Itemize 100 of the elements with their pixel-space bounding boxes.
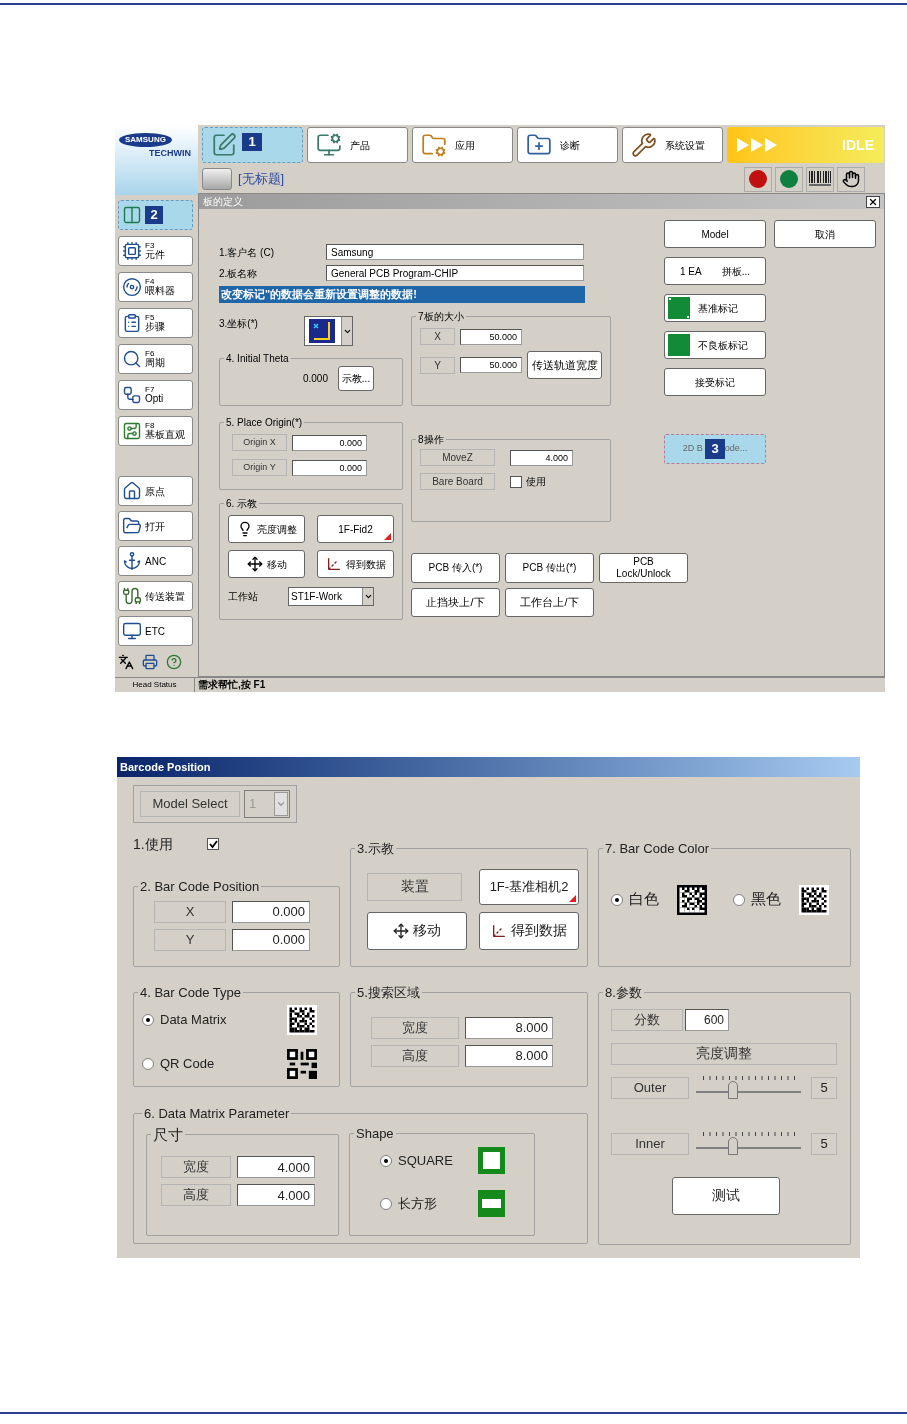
get-data-button[interactable]: 得到数据 xyxy=(479,911,579,950)
panel-button[interactable]: 不良板标记 xyxy=(664,331,766,359)
head-status: Head Status xyxy=(115,678,195,692)
pen-icon xyxy=(211,132,237,158)
help-icon[interactable] xyxy=(166,654,182,670)
sidebar-item[interactable]: F6 周期 xyxy=(118,344,193,374)
conveyor-button[interactable]: PCB 传出(*) xyxy=(505,553,594,583)
sidebar-item[interactable]: F4 喂料器 xyxy=(118,272,193,302)
action-button[interactable]: 移动 xyxy=(228,550,305,578)
slider-track[interactable] xyxy=(696,1130,801,1157)
sidebar-action[interactable]: 原点 xyxy=(118,476,193,506)
hand-icon xyxy=(842,170,860,188)
printer-icon[interactable] xyxy=(142,654,158,670)
camera-button[interactable]: 1F-基准相机2 xyxy=(479,868,579,905)
radio-button[interactable] xyxy=(142,1013,154,1026)
text-field[interactable]: 4.000 xyxy=(237,1184,315,1206)
radio-button[interactable] xyxy=(380,1154,392,1167)
fiducial-swatch-icon xyxy=(668,297,690,319)
caret-icon xyxy=(363,592,373,601)
track-width-button[interactable]: 传送轨道宽度 xyxy=(527,351,602,379)
toolbar-tab[interactable]: 应用 xyxy=(412,127,513,163)
caret-icon xyxy=(276,799,286,809)
toolbar-tab[interactable]: 诊断 xyxy=(517,127,618,163)
text-field[interactable]: 0.000 xyxy=(232,900,310,923)
text-field[interactable]: 0.000 xyxy=(232,928,310,951)
text-field[interactable]: 4.000 xyxy=(237,1156,315,1178)
camera-button[interactable]: 1F-Fid2 xyxy=(317,515,394,543)
dialog-button[interactable]: 取消 xyxy=(774,220,876,248)
panel-button[interactable]: 基准标记 xyxy=(664,294,766,322)
radio-label: 白色 xyxy=(629,889,659,910)
panel-button[interactable]: 接受标记 xyxy=(664,368,766,396)
radio-label: 长方形 xyxy=(398,1194,438,1213)
status-message: 需求帮忙,按 F1 xyxy=(197,678,266,692)
toolbar-tab[interactable] xyxy=(202,127,303,163)
station-dropdown[interactable]: ST1F-Work xyxy=(288,587,374,606)
sidebar-action[interactable]: 传送装置 xyxy=(118,581,193,611)
field-label: Origin X xyxy=(232,434,287,451)
field-label: Model Select xyxy=(140,791,240,817)
field-label: Y xyxy=(420,356,455,374)
circuit-board-icon xyxy=(122,421,142,441)
axis-icon xyxy=(325,556,342,572)
text-field[interactable]: 0.000 xyxy=(292,434,367,451)
field-label: X xyxy=(420,328,455,345)
text-field[interactable]: 50.000 xyxy=(460,328,522,345)
sidebar-action[interactable]: 打开 xyxy=(118,511,193,541)
dialog-button[interactable]: Model xyxy=(664,220,766,248)
text-field[interactable]: 50.000 xyxy=(460,357,522,373)
coordinate-dropdown[interactable] xyxy=(304,316,353,346)
mark-swatch-icon xyxy=(668,334,690,356)
field-caption: 3.坐标(*) xyxy=(219,317,259,331)
radio-button[interactable] xyxy=(611,893,623,906)
field-label: 分数 xyxy=(611,1008,683,1031)
radio-button[interactable] xyxy=(380,1197,392,1210)
text-field[interactable]: General PCB Program-CHIP xyxy=(326,265,584,281)
conveyor-button[interactable]: PCB Lock/Unlock xyxy=(599,553,688,583)
radio-button[interactable] xyxy=(142,1057,154,1070)
hand-button[interactable] xyxy=(837,166,865,192)
action-button[interactable]: 得到数据 xyxy=(317,550,394,578)
test-button[interactable]: 测试 xyxy=(671,1176,780,1215)
text-field[interactable]: 4.000 xyxy=(510,449,573,466)
field-caption: 工作站 xyxy=(228,590,259,604)
group-title: 7板的大小 xyxy=(417,310,465,324)
toolbar-tab[interactable]: 产品 xyxy=(307,127,408,163)
field-label: 高度 xyxy=(161,1184,231,1206)
document-button[interactable] xyxy=(202,168,232,190)
languages-icon[interactable] xyxy=(118,654,134,670)
table-button[interactable]: 止挡块上/下 xyxy=(411,588,500,617)
teach-button[interactable]: 示教... xyxy=(338,366,374,391)
barcode-button[interactable] xyxy=(806,166,834,192)
lamp-button[interactable] xyxy=(744,166,772,192)
text-field[interactable]: 0.000 xyxy=(292,459,367,476)
lamp-icon xyxy=(748,169,768,189)
panel-button[interactable]: 1 EA 拼板... xyxy=(664,257,766,285)
table-button[interactable]: 工作台上/下 xyxy=(505,588,594,617)
sidebar-item[interactable]: F3 元件 xyxy=(118,236,193,266)
toolbar-tab[interactable]: 系统设置 xyxy=(622,127,723,163)
text-field[interactable]: Samsung xyxy=(326,244,584,260)
text-field[interactable]: 600 xyxy=(685,1008,729,1031)
dialog-title: Barcode Position xyxy=(120,759,211,775)
corner-marker-icon xyxy=(384,533,391,540)
sidebar-action[interactable]: ETC xyxy=(118,616,193,646)
text-field[interactable]: 8.000 xyxy=(465,1044,553,1067)
move-icon xyxy=(393,922,409,939)
checkbox[interactable] xyxy=(207,838,219,850)
close-button[interactable] xyxy=(866,195,880,208)
action-button[interactable]: 亮度调整 xyxy=(228,515,305,543)
slider-thumb[interactable] xyxy=(727,1136,738,1155)
sidebar-action[interactable]: ANC xyxy=(118,546,193,576)
move-button[interactable]: 移动 xyxy=(367,911,467,950)
radio-button[interactable] xyxy=(733,893,745,906)
group-title: 2. Bar Code Position xyxy=(139,878,261,896)
sidebar-item[interactable]: F5 步骤 xyxy=(118,308,193,338)
sidebar-item[interactable]: F7 Opti xyxy=(118,380,193,410)
conveyor-button[interactable]: PCB 传入(*) xyxy=(411,553,500,583)
slider-track[interactable] xyxy=(696,1074,801,1101)
text-field[interactable]: 8.000 xyxy=(465,1016,553,1039)
wrench-icon xyxy=(631,132,657,158)
checkbox[interactable] xyxy=(510,475,522,488)
slider-thumb[interactable] xyxy=(727,1080,738,1099)
sidebar-item[interactable]: F8 基板直观 xyxy=(118,416,193,446)
